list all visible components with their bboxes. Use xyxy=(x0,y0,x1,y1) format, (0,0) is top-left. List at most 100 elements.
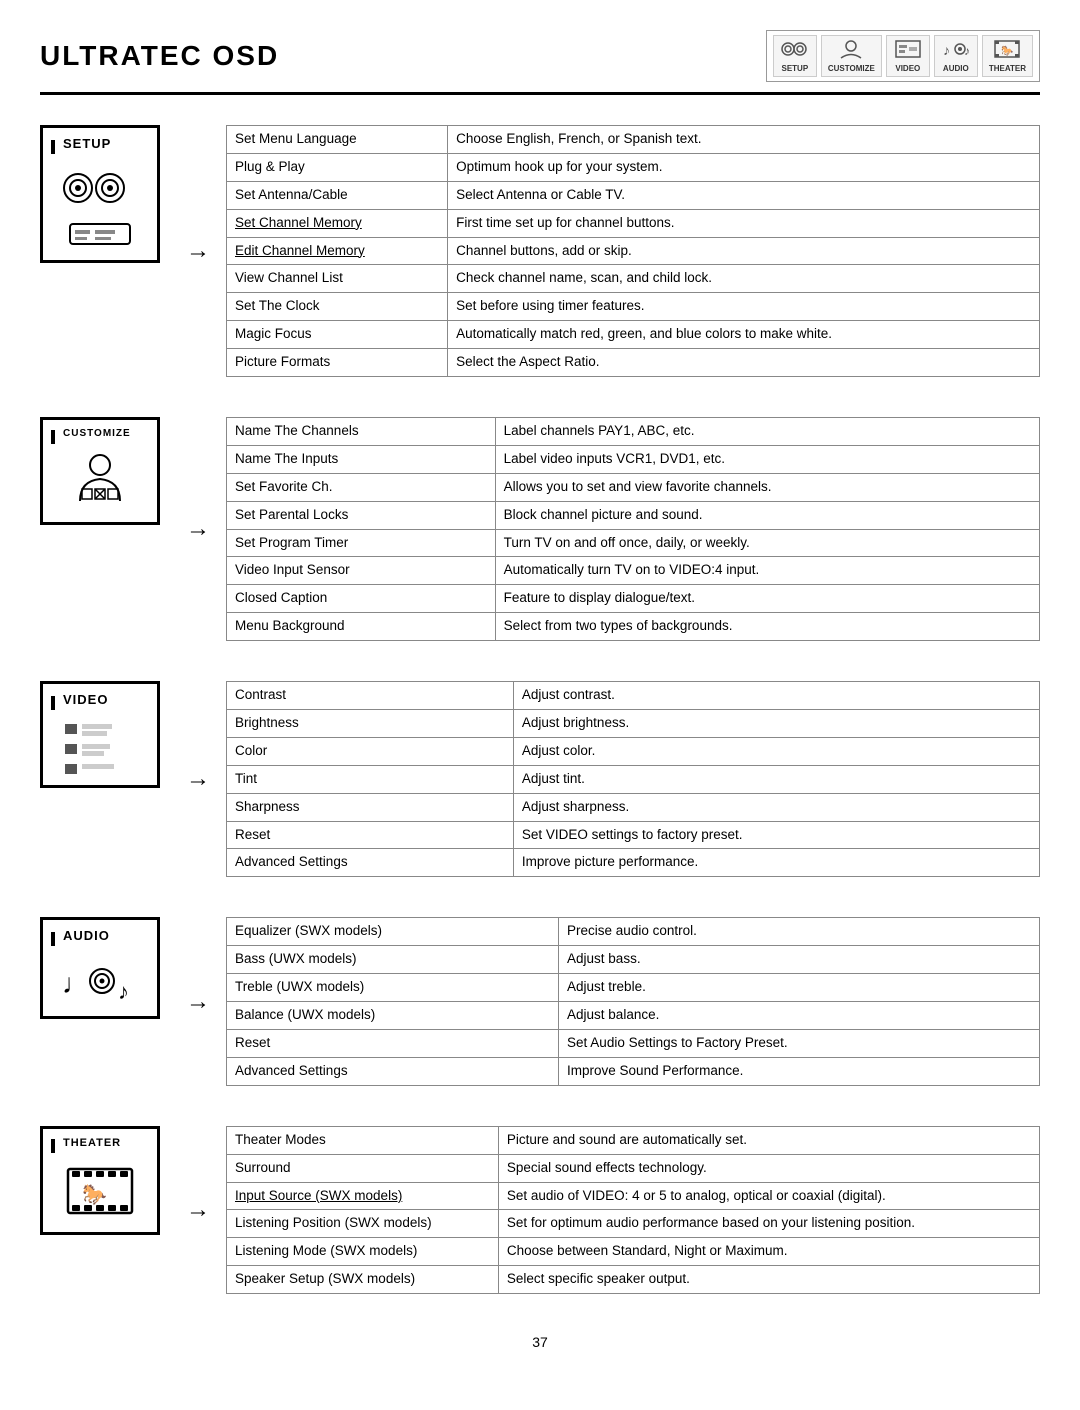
menu-item-name: Closed Caption xyxy=(227,585,496,613)
menu-item-name: Equalizer (SWX models) xyxy=(227,918,559,946)
menu-item-desc: Select Antenna or Cable TV. xyxy=(448,181,1040,209)
menu-item-desc: Automatically match red, green, and blue… xyxy=(448,321,1040,349)
menu-item-desc: Choose English, French, or Spanish text. xyxy=(448,126,1040,154)
menu-item-desc: Adjust tint. xyxy=(513,765,1039,793)
setup-table: Set Menu LanguageChoose English, French,… xyxy=(226,125,1040,377)
menu-item-name: Set Favorite Ch. xyxy=(227,473,496,501)
menu-item-name: Treble (UWX models) xyxy=(227,974,559,1002)
theater-table: Theater ModesPicture and sound are autom… xyxy=(226,1126,1040,1294)
setup-section: SETUP xyxy=(40,125,1040,377)
menu-item-desc: Set audio of VIDEO: 4 or 5 to analog, op… xyxy=(498,1182,1039,1210)
page-wrapper: ULTRATEC OSD SETUP xyxy=(0,0,1080,1410)
menu-item-desc: Select the Aspect Ratio. xyxy=(448,349,1040,377)
customize-person xyxy=(60,451,140,514)
menu-item-desc: Turn TV on and off once, daily, or weekl… xyxy=(495,529,1039,557)
menu-item-name: Picture Formats xyxy=(227,349,448,377)
video-label: VIDEO xyxy=(59,692,108,707)
customize-icon xyxy=(837,39,865,62)
menu-item-name: Listening Mode (SWX models) xyxy=(227,1238,499,1266)
table-row: Name The InputsLabel video inputs VCR1, … xyxy=(227,445,1040,473)
menu-item-desc: Label video inputs VCR1, DVD1, etc. xyxy=(495,445,1039,473)
nav-customize-label: CUSTOMIZE xyxy=(828,64,875,73)
menu-item-name: View Channel List xyxy=(227,265,448,293)
svg-text:♩: ♩ xyxy=(62,968,90,999)
menu-item-desc: Feature to display dialogue/text. xyxy=(495,585,1039,613)
video-bars xyxy=(60,719,140,777)
svg-text:♪: ♪ xyxy=(118,979,129,1004)
menu-item-name: Advanced Settings xyxy=(227,849,514,877)
menu-item-name: Edit Channel Memory xyxy=(227,237,448,265)
table-row: Set Menu LanguageChoose English, French,… xyxy=(227,126,1040,154)
table-row: ResetSet VIDEO settings to factory prese… xyxy=(227,821,1040,849)
setup-icon-box: SETUP xyxy=(40,125,160,263)
nav-video[interactable]: VIDEO xyxy=(886,35,930,77)
menu-item-name: Set Program Timer xyxy=(227,529,496,557)
table-row: Set The ClockSet before using timer feat… xyxy=(227,293,1040,321)
video-section: VIDEO → ContrastAdjust contrast.Brightne… xyxy=(40,681,1040,877)
menu-item-name: Name The Inputs xyxy=(227,445,496,473)
menu-item-desc: Adjust treble. xyxy=(559,974,1040,1002)
menu-item-desc: Set Audio Settings to Factory Preset. xyxy=(559,1029,1040,1057)
nav-theater[interactable]: 🐎 THEATER xyxy=(982,35,1033,77)
table-row: Set Parental LocksBlock channel picture … xyxy=(227,501,1040,529)
theater-icon: 🐎 xyxy=(993,39,1021,62)
audio-icon: ♪ ♪ xyxy=(942,39,970,62)
menu-item-name: Sharpness xyxy=(227,793,514,821)
menu-item-name: Menu Background xyxy=(227,613,496,641)
table-row: Advanced SettingsImprove picture perform… xyxy=(227,849,1040,877)
menu-item-name: Color xyxy=(227,737,514,765)
table-row: Advanced SettingsImprove Sound Performan… xyxy=(227,1057,1040,1085)
menu-item-name: Balance (UWX models) xyxy=(227,1002,559,1030)
table-row: Name The ChannelsLabel channels PAY1, AB… xyxy=(227,418,1040,446)
menu-item-name: Theater Modes xyxy=(227,1126,499,1154)
menu-item-desc: Adjust balance. xyxy=(559,1002,1040,1030)
table-row: Equalizer (SWX models)Precise audio cont… xyxy=(227,918,1040,946)
menu-item-name: Speaker Setup (SWX models) xyxy=(227,1266,499,1294)
table-row: Magic FocusAutomatically match red, gree… xyxy=(227,321,1040,349)
menu-item-name: Set Channel Memory xyxy=(227,209,448,237)
nav-theater-label: THEATER xyxy=(989,64,1026,73)
table-row: Speaker Setup (SWX models)Select specifi… xyxy=(227,1266,1040,1294)
nav-setup[interactable]: SETUP xyxy=(773,35,817,77)
video-table: ContrastAdjust contrast.BrightnessAdjust… xyxy=(226,681,1040,877)
menu-item-desc: Picture and sound are automatically set. xyxy=(498,1126,1039,1154)
menu-item-desc: Adjust bass. xyxy=(559,946,1040,974)
table-row: Closed CaptionFeature to display dialogu… xyxy=(227,585,1040,613)
customize-label: CUSTOMIZE xyxy=(59,428,131,439)
svg-text:🐎: 🐎 xyxy=(1001,45,1014,57)
menu-item-name: Set Menu Language xyxy=(227,126,448,154)
menu-item-name: Reset xyxy=(227,821,514,849)
customize-section: CUSTOMIZE → xyxy=(40,417,1040,641)
table-row: Menu BackgroundSelect from two types of … xyxy=(227,613,1040,641)
customize-table: Name The ChannelsLabel channels PAY1, AB… xyxy=(226,417,1040,641)
nav-audio[interactable]: ♪ ♪ AUDIO xyxy=(934,35,978,77)
audio-label: AUDIO xyxy=(59,928,110,943)
theater-label: THEATER xyxy=(59,1137,121,1149)
table-row: Plug & PlayOptimum hook up for your syst… xyxy=(227,153,1040,181)
table-row: Set Channel MemoryFirst time set up for … xyxy=(227,209,1040,237)
table-row: Listening Position (SWX models)Set for o… xyxy=(227,1210,1040,1238)
table-row: SurroundSpecial sound effects technology… xyxy=(227,1154,1040,1182)
menu-item-name: Reset xyxy=(227,1029,559,1057)
menu-item-name: Brightness xyxy=(227,710,514,738)
table-row: Set Favorite Ch.Allows you to set and vi… xyxy=(227,473,1040,501)
customize-label-bar xyxy=(51,430,55,444)
nav-video-label: VIDEO xyxy=(895,64,920,73)
video-icon-box: VIDEO xyxy=(40,681,160,788)
nav-audio-label: AUDIO xyxy=(943,64,969,73)
video-label-bar xyxy=(51,696,55,710)
table-row: BrightnessAdjust brightness. xyxy=(227,710,1040,738)
menu-item-desc: Special sound effects technology. xyxy=(498,1154,1039,1182)
menu-item-desc: Improve picture performance. xyxy=(513,849,1039,877)
setup-remote xyxy=(65,219,135,252)
menu-item-desc: Adjust brightness. xyxy=(513,710,1039,738)
audio-symbols: ♩ ♪ xyxy=(60,955,140,1008)
audio-arrow: → xyxy=(186,988,210,1016)
theater-arrow: → xyxy=(186,1196,210,1224)
menu-item-name: Listening Position (SWX models) xyxy=(227,1210,499,1238)
table-row: Edit Channel MemoryChannel buttons, add … xyxy=(227,237,1040,265)
nav-customize[interactable]: CUSTOMIZE xyxy=(821,35,882,77)
nav-icons: SETUP CUSTOMIZE xyxy=(766,30,1040,82)
menu-item-desc: Set for optimum audio performance based … xyxy=(498,1210,1039,1238)
table-row: ContrastAdjust contrast. xyxy=(227,682,1040,710)
